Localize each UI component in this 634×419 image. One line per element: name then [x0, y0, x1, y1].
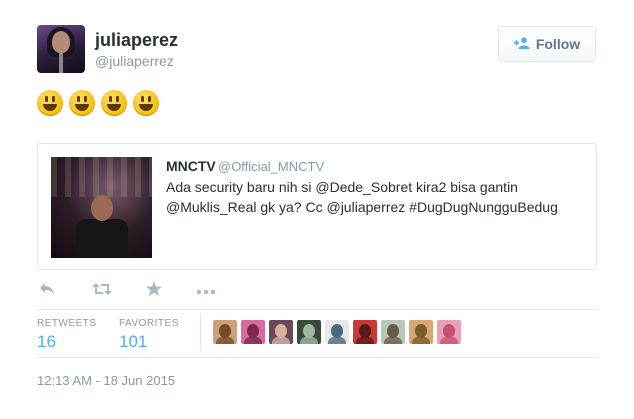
follow-button[interactable]: Follow — [498, 26, 596, 62]
retweets-label: RETWEETS — [37, 318, 97, 329]
tweet-text — [37, 90, 159, 116]
quoted-author-handle[interactable]: @Official_MNCTV — [218, 159, 324, 174]
retweets-stat[interactable]: RETWEETS 16 — [37, 318, 97, 352]
favoriter-avatar[interactable] — [437, 320, 461, 344]
grinning-face-emoji — [101, 90, 127, 116]
grinning-face-emoji — [69, 90, 95, 116]
follow-label: Follow — [535, 36, 581, 52]
favoriter-avatar[interactable] — [353, 320, 377, 344]
favoriter-avatar[interactable] — [269, 320, 293, 344]
grinning-face-emoji — [133, 90, 159, 116]
author-fullname[interactable]: juliaperez — [95, 30, 178, 51]
divider-bottom — [37, 357, 597, 358]
person-plus-icon — [513, 36, 530, 52]
favoriters-list — [213, 320, 461, 344]
tweet-actions — [37, 281, 219, 301]
stats-separator — [200, 313, 201, 351]
reply-icon[interactable] — [37, 281, 57, 301]
retweet-icon[interactable] — [89, 281, 115, 301]
favoriter-avatar[interactable] — [409, 320, 433, 344]
avatar-face — [52, 31, 70, 53]
favoriter-avatar[interactable] — [381, 320, 405, 344]
favorites-stat[interactable]: FAVORITES 101 — [119, 318, 179, 352]
quoted-text-line-2: @Muklis_Real gk ya? Cc @juliaperrez #Dug… — [166, 199, 558, 215]
quoted-tweet-text: Ada security baru nih si @Dede_Sobret ki… — [166, 177, 576, 217]
retweets-count: 16 — [37, 332, 56, 351]
tweet-timestamp[interactable]: 12:13 AM - 18 Jun 2015 — [37, 373, 175, 388]
more-icon[interactable] — [193, 282, 219, 300]
favorites-count: 101 — [119, 332, 148, 351]
avatar-microphone — [59, 53, 63, 73]
divider-top — [37, 309, 597, 310]
favorites-label: FAVORITES — [119, 318, 179, 329]
author-username[interactable]: @juliaperrez — [95, 53, 174, 69]
quoted-text-line-1: Ada security baru nih si @Dede_Sobret ki… — [166, 179, 518, 195]
grinning-face-emoji — [37, 90, 63, 116]
quoted-author-name[interactable]: MNCTV — [166, 158, 216, 174]
quoted-tweet-image[interactable] — [51, 157, 152, 258]
favoriter-avatar[interactable] — [297, 320, 321, 344]
author-avatar[interactable] — [37, 25, 85, 73]
quoted-tweet[interactable]: MNCTV @Official_MNCTV Ada security baru … — [37, 143, 597, 270]
favoriter-avatar[interactable] — [325, 320, 349, 344]
favorite-icon[interactable] — [141, 281, 167, 301]
favoriter-avatar[interactable] — [213, 320, 237, 344]
favoriter-avatar[interactable] — [241, 320, 265, 344]
